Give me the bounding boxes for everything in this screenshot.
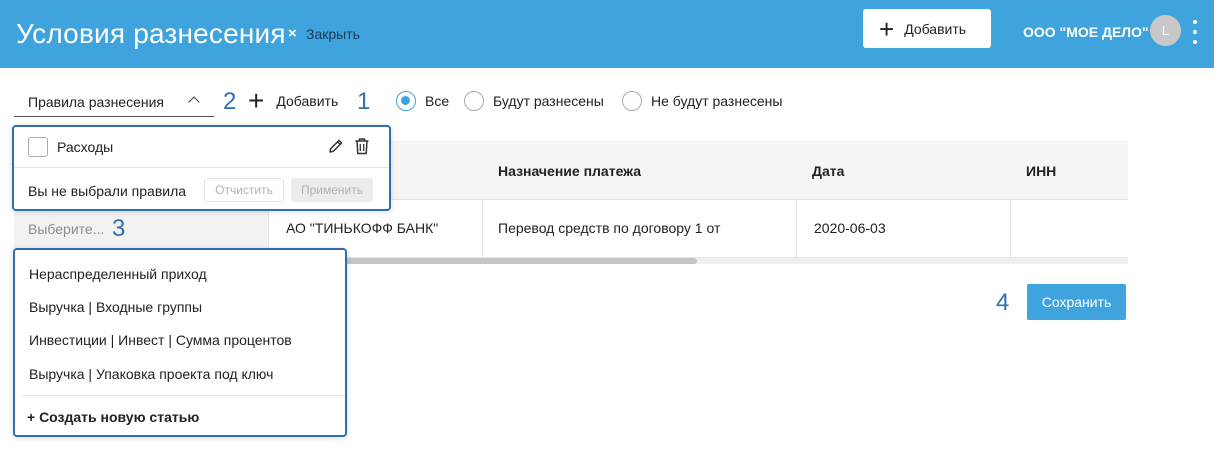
dropdown-option[interactable]: Нераспределенный приход (29, 266, 207, 282)
filter-label: Не будут разнесены (651, 93, 783, 109)
category-select[interactable]: Выберите... (14, 208, 268, 248)
radio-icon (464, 91, 484, 111)
filter-label: Все (425, 93, 450, 109)
category-select-placeholder: Выберите... (28, 221, 105, 237)
annotation-number-3: 3 (112, 215, 126, 242)
add-rule-button[interactable]: + Добавить (248, 85, 339, 116)
annotation-number-1: 1 (357, 88, 371, 115)
column-header-date[interactable]: Дата (812, 163, 844, 179)
filter-radio-will-not-post[interactable]: Не будут разнесены (622, 91, 782, 111)
dropdown-option[interactable]: Инвестиции | Инвест | Сумма процентов (29, 332, 292, 348)
plus-icon: + (248, 85, 265, 116)
column-divider (796, 200, 797, 258)
create-category-button[interactable]: + Создать новую статью (27, 409, 199, 425)
cell-purpose: Перевод средств по договору 1 от (498, 220, 721, 236)
horizontal-scrollbar[interactable] (271, 258, 1128, 264)
add-rule-label: Добавить (276, 93, 339, 109)
column-divider (482, 200, 483, 258)
no-rules-text: Вы не выбрали правила (28, 183, 187, 199)
plus-icon: + (879, 13, 895, 44)
rules-select-label: Правила разнесения (28, 93, 165, 110)
clear-button[interactable]: Отчистить (204, 178, 284, 202)
pencil-icon[interactable] (327, 137, 345, 155)
rules-popup: Расходы Вы не выбрали правила Отчистить … (12, 125, 391, 211)
trash-icon[interactable] (354, 137, 370, 155)
column-header-purpose[interactable]: Назначение платежа (498, 163, 641, 179)
filter-radio-will-post[interactable]: Будут разнесены (464, 91, 604, 111)
filter-radio-all[interactable]: Все (396, 91, 449, 111)
annotation-number-4: 4 (996, 289, 1010, 316)
annotation-number-2: 2 (223, 88, 237, 115)
rule-row[interactable]: Расходы (14, 127, 389, 168)
radio-icon (622, 91, 642, 111)
page-title: Условия разнесения (16, 18, 286, 49)
column-divider (1010, 200, 1011, 258)
dropdown-divider (23, 395, 345, 396)
more-menu-icon[interactable] (1191, 20, 1199, 44)
filter-label: Будут разнесены (493, 93, 604, 109)
add-button-label: Добавить (904, 20, 967, 37)
dropdown-option[interactable]: Выручка | Входные группы (29, 299, 202, 315)
organization-name[interactable]: ООО "МОЕ ДЕЛО" (1023, 24, 1149, 40)
rule-checkbox[interactable] (28, 137, 48, 157)
column-header-inn[interactable]: ИНН (1026, 163, 1056, 179)
close-link[interactable]: Закрыть (306, 26, 360, 42)
rule-name[interactable]: Расходы (57, 139, 113, 155)
top-bar: Условия разнесения × Закрыть + Добавить … (0, 0, 1214, 68)
add-button[interactable]: + Добавить (863, 9, 991, 48)
cell-counterparty: АО "ТИНЬКОФФ БАНК" (286, 220, 439, 236)
rules-select[interactable]: Правила разнесения (14, 87, 214, 117)
chevron-up-icon (188, 96, 200, 108)
save-button[interactable]: Сохранить (1027, 284, 1126, 320)
apply-button[interactable]: Применить (291, 178, 373, 202)
close-icon[interactable]: × (288, 25, 297, 42)
cell-date: 2020-06-03 (814, 220, 886, 236)
dropdown-option[interactable]: Выручка | Упаковка проекта под ключ (29, 366, 273, 382)
avatar[interactable]: L (1150, 15, 1181, 46)
category-dropdown: Нераспределенный приход Выручка | Входны… (13, 248, 347, 437)
radio-selected-icon (396, 91, 416, 111)
